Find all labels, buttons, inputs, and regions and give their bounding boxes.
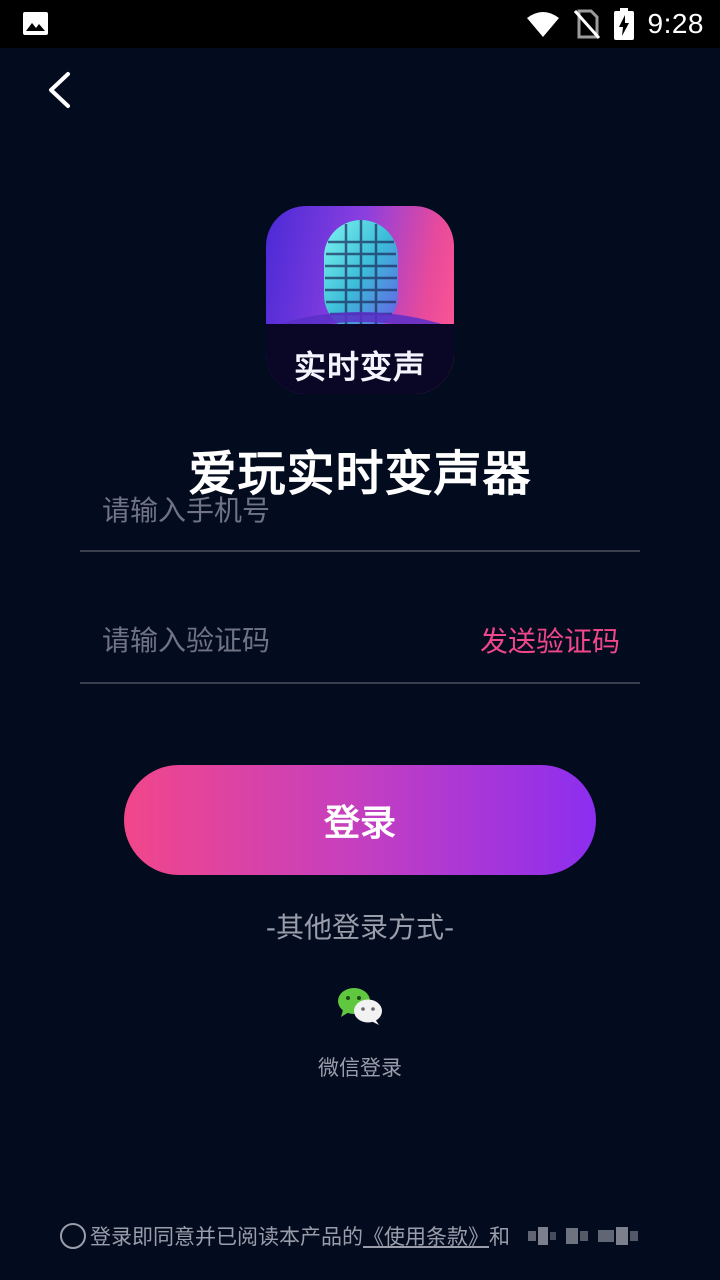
status-time: 9:28 <box>647 8 704 39</box>
agreement-row: 登录即同意并已阅读本产品的 《使用条款》 和 <box>60 1220 638 1252</box>
chevron-left-icon <box>49 72 70 108</box>
other-login-methods-label: -其他登录方式- <box>265 911 455 944</box>
back-button[interactable] <box>36 66 84 114</box>
login-button[interactable]: 登录 <box>124 765 596 875</box>
status-bar: 9:28 <box>0 0 720 48</box>
wechat-icon <box>338 988 382 1025</box>
app-logo: 实时变声 <box>266 206 454 394</box>
send-code-button[interactable]: 发送验证码 <box>480 620 620 660</box>
agreement-and: 和 <box>489 1225 510 1249</box>
phone-field-row <box>80 470 640 552</box>
wechat-login-button[interactable]: 微信登录 <box>300 980 420 1086</box>
no-sim-icon <box>573 9 600 39</box>
battery-charging-icon <box>613 8 634 40</box>
verification-code-input[interactable] <box>102 618 462 662</box>
image-notification-icon <box>23 12 48 35</box>
wechat-login-label: 微信登录 <box>318 1056 402 1080</box>
login-screen: 9:28 实时变声 爱玩实时变声器 请输入手机号 请输入验证码 发送验证码 登录… <box>0 0 720 1280</box>
agreement-text: 登录即同意并已阅读本产品的 <box>90 1225 363 1249</box>
wifi-icon <box>526 12 559 37</box>
logo-text: 实时变声 <box>293 348 426 386</box>
phone-input[interactable] <box>102 488 462 532</box>
terms-of-use-link[interactable]: 《使用条款》 <box>363 1221 489 1251</box>
pixelated-redaction <box>528 1227 638 1245</box>
code-field-row: 发送验证码 <box>80 600 640 684</box>
agree-checkbox[interactable] <box>60 1223 86 1249</box>
